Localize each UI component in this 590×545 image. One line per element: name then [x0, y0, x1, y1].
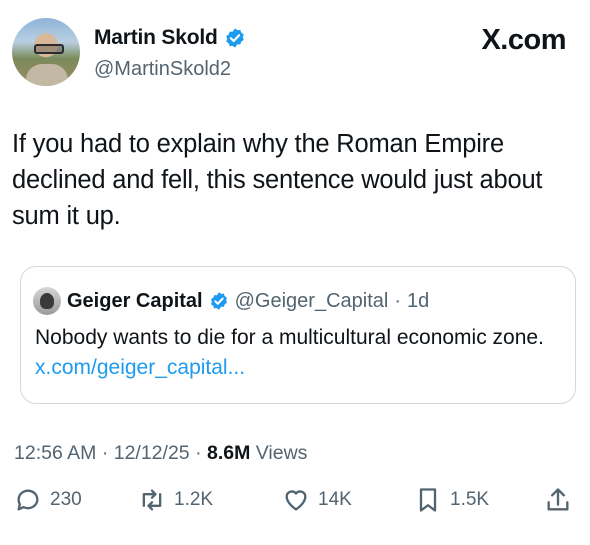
verified-badge-icon — [210, 292, 227, 310]
avatar-shirt — [26, 64, 68, 86]
tweet-meta: 12:56 AM · 12/12/25 · 8.6M Views — [14, 442, 307, 465]
brand-watermark: X.com — [481, 24, 566, 56]
quoted-link[interactable]: x.com/geiger_capital... — [35, 356, 245, 379]
author-display-name[interactable]: Martin Skold — [94, 26, 218, 50]
verified-badge-icon — [225, 28, 244, 48]
quoted-author-avatar[interactable] — [33, 287, 61, 315]
meta-separator: · — [195, 442, 202, 464]
author-name-row: Martin Skold — [94, 26, 246, 50]
quoted-age: 1d — [407, 289, 430, 312]
quoted-author-name[interactable]: Geiger Capital — [67, 290, 203, 313]
bookmark-button[interactable]: 1.5K — [414, 486, 489, 514]
tweet-date[interactable]: 12/12/25 — [114, 442, 190, 464]
repost-count: 1.2K — [174, 489, 214, 510]
tweet-text: If you had to explain why the Roman Empi… — [12, 130, 543, 230]
quoted-text-body: Nobody wants to die for a multicultural … — [35, 326, 544, 349]
quoted-tweet-text: Nobody wants to die for a multicultural … — [35, 323, 565, 383]
reply-count: 230 — [50, 489, 82, 510]
quoted-author-handle[interactable]: @Geiger_Capital — [235, 290, 389, 313]
like-button[interactable]: 14K — [282, 486, 352, 514]
tweet-header: Martin Skold @MartinSkold2 X.com — [12, 14, 566, 90]
repost-icon — [142, 489, 162, 511]
author-handle[interactable]: @MartinSkold2 — [94, 58, 231, 81]
avatar-glasses — [34, 44, 64, 54]
quoted-separator: · — [394, 289, 401, 312]
quoted-tweet-header: Geiger Capital @Geiger_Capital · 1d — [33, 287, 429, 315]
reply-icon — [17, 489, 39, 511]
author-avatar[interactable] — [12, 18, 80, 86]
action-bar: 230 1.2K 14K 1.5K — [14, 486, 574, 522]
views-count: 8.6M — [206, 442, 251, 464]
like-icon — [285, 490, 307, 511]
reply-button[interactable]: 230 — [14, 486, 82, 514]
quoted-tweet[interactable]: Geiger Capital @Geiger_Capital · 1d Nobo… — [20, 266, 576, 404]
views-label: Views — [255, 442, 308, 464]
share-icon — [547, 488, 569, 511]
meta-separator: · — [101, 442, 109, 464]
tweet-time[interactable]: 12:56 AM — [14, 442, 96, 464]
like-count: 14K — [318, 489, 352, 510]
share-button[interactable] — [544, 486, 572, 514]
bookmark-count: 1.5K — [450, 489, 490, 510]
bookmark-icon — [419, 488, 437, 512]
repost-button[interactable]: 1.2K — [138, 486, 213, 514]
